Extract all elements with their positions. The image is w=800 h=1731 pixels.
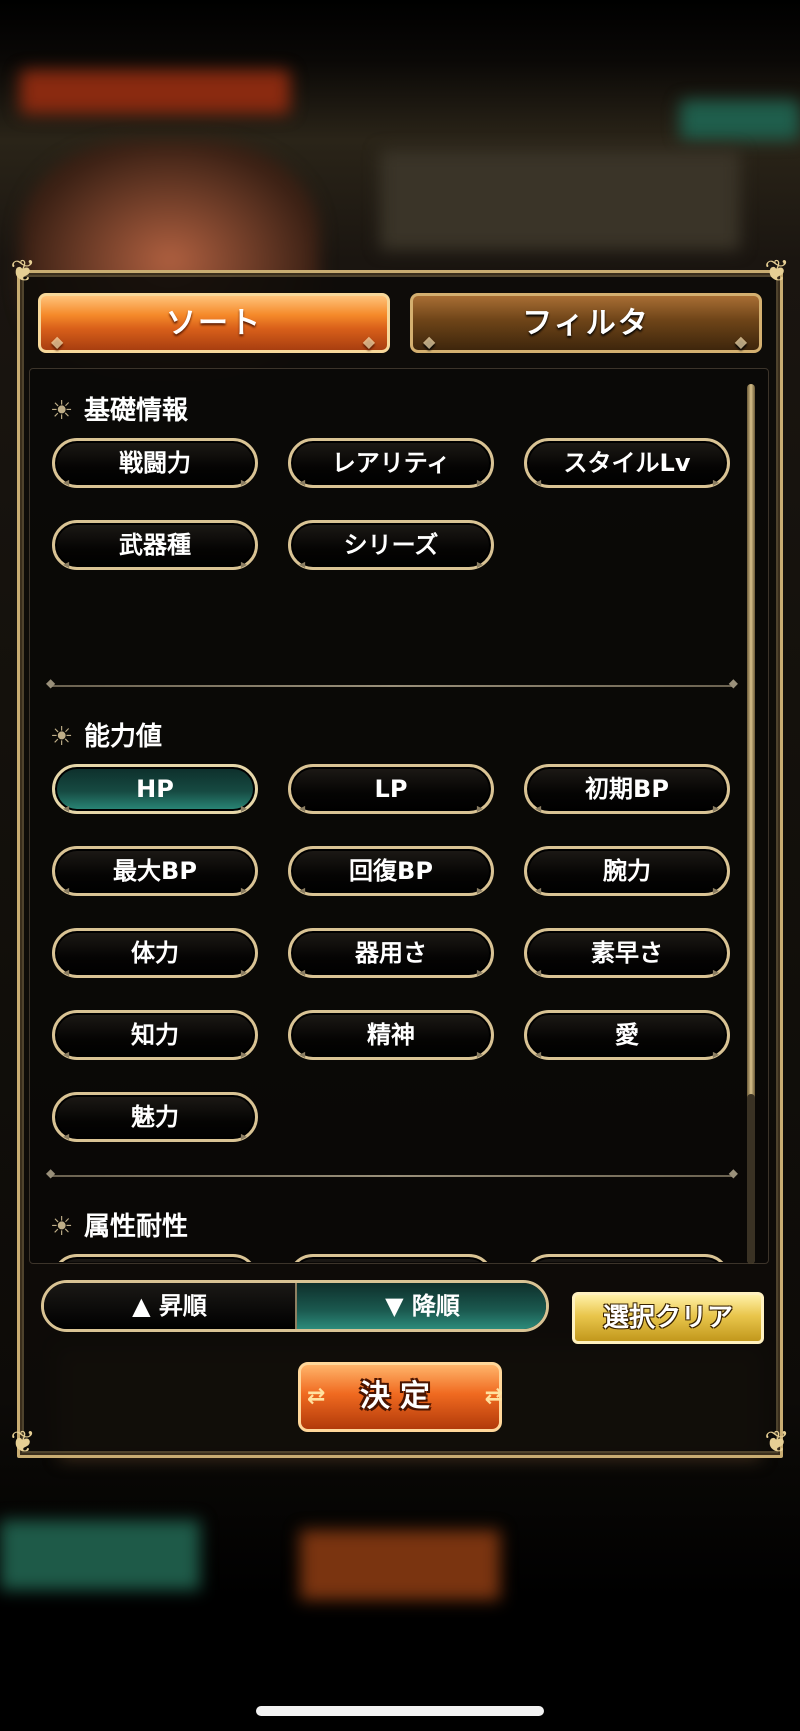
descending-button[interactable]: ▼ 降順 — [297, 1283, 546, 1329]
confirm-label: 決定 — [360, 1379, 440, 1414]
sort-button-hp[interactable]: ◀ HP ▶ — [52, 764, 258, 814]
sort-button-agility[interactable]: ◀ 素早さ ▶ — [524, 928, 730, 978]
scrollbar[interactable] — [747, 384, 755, 1264]
ascending-button[interactable]: ▲ 昇順 — [44, 1283, 295, 1329]
sort-button-charisma[interactable]: ◀ 魅力 ▶ — [52, 1092, 258, 1142]
sort-button-strength[interactable]: ◀ 腕力 ▶ — [524, 846, 730, 896]
section-title-basic: ☀ 基礎情報 — [50, 396, 189, 426]
sort-button-series[interactable]: ◀ シリーズ ▶ — [288, 520, 494, 570]
ornate-corner-icon: ❦ — [10, 1425, 36, 1460]
tab-filter-label: フィルタ — [522, 306, 650, 341]
tab-filter[interactable]: ◆ フィルタ ◆ — [410, 293, 762, 353]
clear-selection-button[interactable]: 選択クリア — [572, 1292, 764, 1344]
sun-emblem-icon: ☀ — [50, 1212, 74, 1242]
confirm-button[interactable]: ⇄ 決定 ⇄ — [298, 1362, 503, 1432]
ornate-corner-icon: ❦ — [764, 1425, 790, 1460]
sort-button-recovery-bp[interactable]: ◀ 回復BP ▶ — [288, 846, 494, 896]
sort-button-endurance[interactable]: ◀ 体力 ▶ — [52, 928, 258, 978]
sort-button-weapon-type[interactable]: ◀ 武器種 ▶ — [52, 520, 258, 570]
sort-button-resistance-3[interactable] — [524, 1254, 730, 1262]
sort-button-spirit[interactable]: ◀ 精神 ▶ — [288, 1010, 494, 1060]
section-divider — [46, 676, 738, 690]
tab-sort[interactable]: ◆ ソート ◆ — [38, 293, 390, 353]
section-title-element-resistance: ☀ 属性耐性 — [50, 1212, 189, 1242]
sort-button-initial-bp[interactable]: ◀ 初期BP ▶ — [524, 764, 730, 814]
sort-button-intelligence[interactable]: ◀ 知力 ▶ — [52, 1010, 258, 1060]
ornate-corner-icon: ❦ — [764, 254, 790, 289]
sort-button-dexterity[interactable]: ◀ 器用さ ▶ — [288, 928, 494, 978]
sort-button-love[interactable]: ◀ 愛 ▶ — [524, 1010, 730, 1060]
sort-button-resistance-2[interactable] — [288, 1254, 494, 1262]
sort-button-lp[interactable]: ◀ LP ▶ — [288, 764, 494, 814]
sun-emblem-icon: ☀ — [50, 722, 74, 752]
sort-order-toggle: ▲ 昇順 ▼ 降順 — [41, 1280, 549, 1332]
sort-button-rarity[interactable]: ◀ レアリティ ▶ — [288, 438, 494, 488]
sort-button-resistance-1[interactable] — [52, 1254, 258, 1262]
section-divider — [46, 1166, 738, 1180]
sun-emblem-icon: ☀ — [50, 396, 74, 426]
sort-button-max-bp[interactable]: ◀ 最大BP ▶ — [52, 846, 258, 896]
sort-options-list[interactable]: ☀ 基礎情報 ◀ 戦闘力 ▶ ◀ レアリティ ▶ ◀ スタイルLv ▶ ◀ 武器種 ▶ ◀ シリーズ… — [30, 370, 742, 1262]
sort-button-style-lv[interactable]: ◀ スタイルLv ▶ — [524, 438, 730, 488]
sort-button-power[interactable]: ◀ 戦闘力 ▶ — [52, 438, 258, 488]
home-indicator — [256, 1706, 544, 1716]
tab-sort-label: ソート — [166, 306, 262, 341]
section-title-stats: ☀ 能力値 — [50, 722, 163, 752]
ornate-corner-icon: ❦ — [10, 254, 36, 289]
